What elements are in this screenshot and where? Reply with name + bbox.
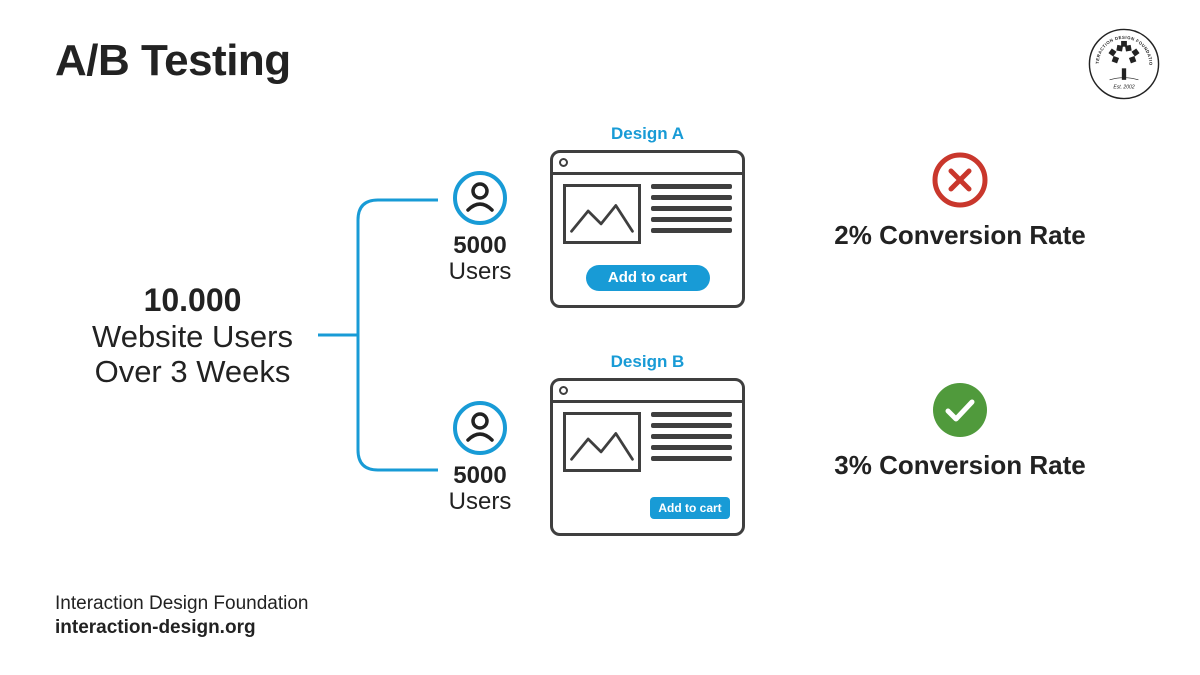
footer: Interaction Design Foundation interactio…: [55, 592, 309, 641]
design-b-label: Design B: [550, 352, 745, 372]
add-to-cart-button-b[interactable]: Add to cart: [650, 497, 730, 519]
connector-join: [348, 325, 368, 345]
window-control-dot: [559, 386, 568, 395]
browser-window-a: Add to cart: [550, 150, 745, 308]
fail-icon: [930, 150, 990, 210]
svg-text:Est. 2002: Est. 2002: [1113, 84, 1134, 90]
footer-org: Interaction Design Foundation: [55, 592, 309, 617]
browser-window-b: Add to cart: [550, 378, 745, 536]
design-a-label: Design A: [550, 124, 745, 144]
total-users-block: 10.000 Website Users Over 3 Weeks: [55, 282, 330, 390]
result-b: 3% Conversion Rate: [810, 380, 1110, 481]
result-a: 2% Conversion Rate: [810, 150, 1110, 251]
result-a-rate: 2% Conversion Rate: [810, 220, 1110, 251]
group-b-label: Users: [430, 490, 530, 514]
user-group-a: 5000 Users: [430, 170, 530, 284]
text-lines: [651, 412, 732, 472]
image-placeholder: [563, 412, 641, 472]
text-lines: [651, 184, 732, 244]
group-a-label: Users: [430, 260, 530, 284]
page-title: A/B Testing: [55, 36, 291, 86]
group-b-count: 5000: [430, 462, 530, 490]
design-a-mockup: Design A Add to cart: [550, 124, 745, 308]
user-group-b: 5000 Users: [430, 400, 530, 514]
footer-url: interaction-design.org: [55, 616, 309, 641]
image-placeholder: [563, 184, 641, 244]
window-titlebar: [553, 381, 742, 403]
split-connector: [318, 190, 438, 480]
group-a-count: 5000: [430, 232, 530, 260]
total-label-line2: Over 3 Weeks: [55, 354, 330, 390]
user-icon: [452, 400, 508, 456]
design-b-mockup: Design B Add to cart: [550, 352, 745, 536]
result-b-rate: 3% Conversion Rate: [810, 450, 1110, 481]
user-icon: [452, 170, 508, 226]
total-count: 10.000: [144, 282, 242, 318]
window-titlebar: [553, 153, 742, 175]
pass-icon: [930, 380, 990, 440]
idf-logo: INTERACTION DESIGN FOUNDATION Est. 2002: [1088, 28, 1160, 100]
add-to-cart-button-a[interactable]: Add to cart: [586, 265, 710, 291]
total-label-line1: Website Users: [55, 319, 330, 355]
window-control-dot: [559, 158, 568, 167]
